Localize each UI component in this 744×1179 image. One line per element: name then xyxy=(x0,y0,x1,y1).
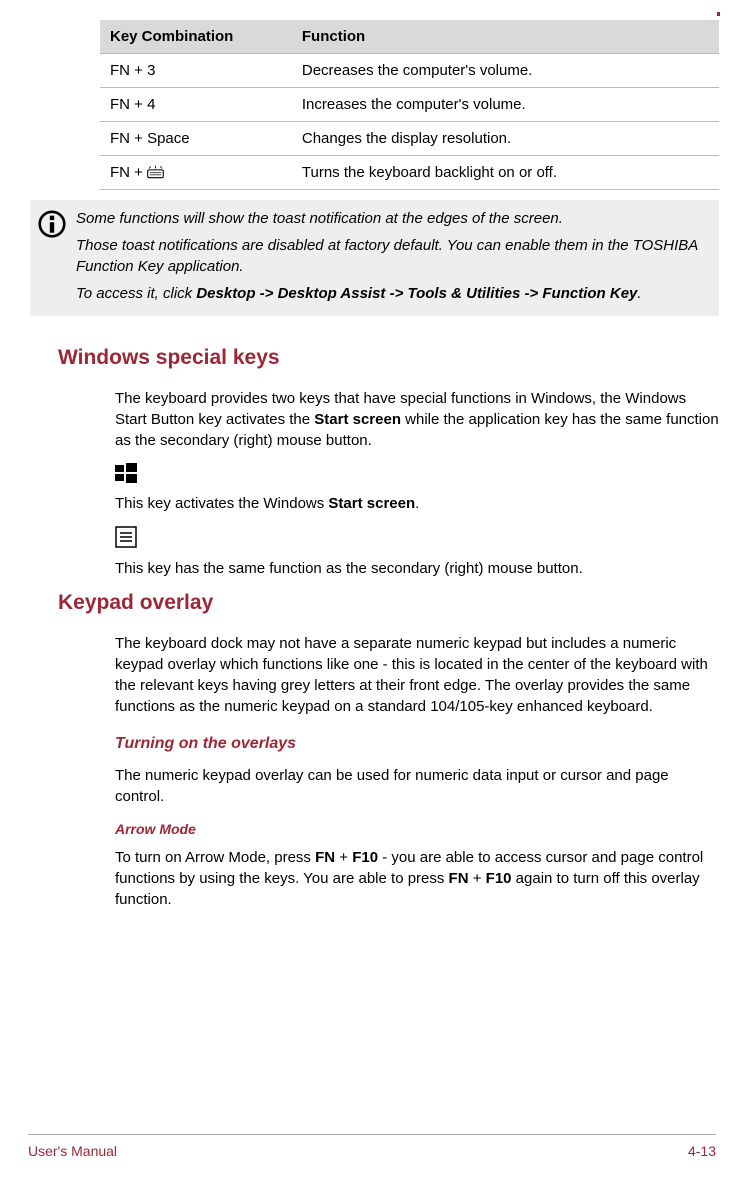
arrow-mode-text: To turn on Arrow Mode, press FN + F10 - … xyxy=(115,847,719,910)
menu-key-icon xyxy=(115,526,719,552)
table-row: FN + 4 Increases the computer's volume. xyxy=(100,88,719,122)
keyboard-backlight-icon xyxy=(147,164,164,181)
info-text-2: Those toast notifications are disabled a… xyxy=(76,235,709,277)
table-row: FN + Turns the keyboard backlight on or … xyxy=(100,156,719,190)
cell-key: FN + 3 xyxy=(100,54,292,88)
cell-key: FN + Space xyxy=(100,122,292,156)
heading-keypad-overlay: Keypad overlay xyxy=(58,591,744,615)
winkeys-start-text: This key activates the Windows Start scr… xyxy=(115,493,719,514)
key-combination-table: Key Combination Function FN + 3 Decrease… xyxy=(100,20,719,190)
footer-page-number: 4-13 xyxy=(688,1143,716,1159)
windows-logo-icon xyxy=(115,463,719,487)
info-text-1: Some functions will show the toast notif… xyxy=(76,208,709,229)
page-footer: User's Manual 4-13 xyxy=(28,1134,716,1159)
col-header-function: Function xyxy=(292,20,719,54)
info-note-box: Some functions will show the toast notif… xyxy=(30,200,719,316)
winkeys-menu-text: This key has the same function as the se… xyxy=(115,558,719,579)
cell-fn: Changes the display resolution. xyxy=(292,122,719,156)
keypad-intro: The keyboard dock may not have a separat… xyxy=(115,633,719,717)
cell-fn: Turns the keyboard backlight on or off. xyxy=(292,156,719,190)
table-row: FN + Space Changes the display resolutio… xyxy=(100,122,719,156)
heading-arrow-mode: Arrow Mode xyxy=(115,821,719,837)
cell-fn: Decreases the computer's volume. xyxy=(292,54,719,88)
footer-title: User's Manual xyxy=(28,1143,117,1159)
info-text-3: To access it, click Desktop -> Desktop A… xyxy=(76,283,709,304)
info-icon xyxy=(38,210,68,304)
winkeys-intro: The keyboard provides two keys that have… xyxy=(115,388,719,451)
table-header-row: Key Combination Function xyxy=(100,20,719,54)
col-header-key: Key Combination xyxy=(100,20,292,54)
table-row: FN + 3 Decreases the computer's volume. xyxy=(100,54,719,88)
heading-turning-on-overlays: Turning on the overlays xyxy=(115,735,719,753)
cell-fn: Increases the computer's volume. xyxy=(292,88,719,122)
overlays-text: The numeric keypad overlay can be used f… xyxy=(115,765,719,807)
heading-windows-special-keys: Windows special keys xyxy=(58,346,744,370)
cell-key: FN + xyxy=(100,156,292,190)
cell-key: FN + 4 xyxy=(100,88,292,122)
